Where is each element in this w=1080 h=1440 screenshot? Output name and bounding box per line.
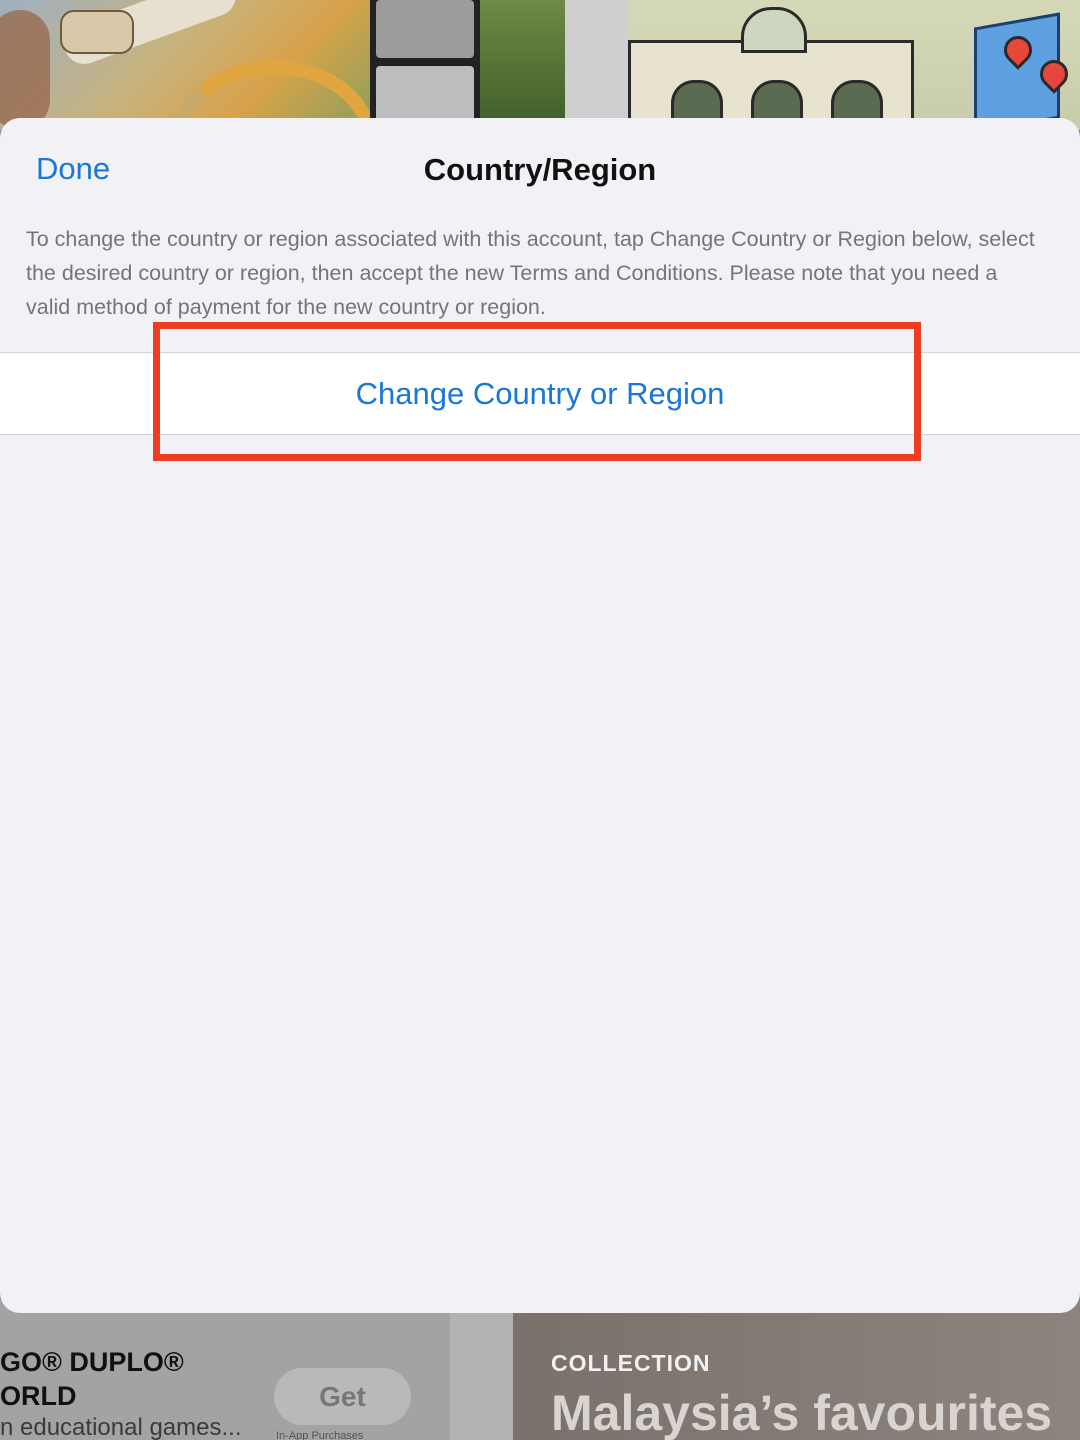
featured-image-map-illustration bbox=[628, 0, 1080, 130]
change-country-button[interactable]: Change Country or Region bbox=[356, 376, 725, 412]
featured-image-photos bbox=[370, 0, 480, 130]
featured-image-grass bbox=[480, 0, 565, 130]
sheet-description: To change the country or region associat… bbox=[26, 227, 1035, 319]
sheet-nav-bar: Done Country/Region bbox=[0, 118, 1080, 228]
get-button[interactable]: Get bbox=[274, 1368, 411, 1425]
app-title: GO® DUPLO® ORLD bbox=[0, 1347, 184, 1411]
country-region-sheet: Done Country/Region To change the countr… bbox=[0, 118, 1080, 1313]
featured-image-divider bbox=[565, 0, 628, 130]
collection-title: Malaysia’s favourites bbox=[551, 1385, 1053, 1440]
in-app-purchases-label: In-App Purchases bbox=[276, 1430, 364, 1440]
change-country-row[interactable]: Change Country or Region bbox=[0, 352, 1080, 435]
featured-image-dancer bbox=[0, 0, 370, 130]
app-subtitle: n educational games... bbox=[0, 1414, 242, 1440]
collection-label: COLLECTION bbox=[551, 1350, 711, 1376]
sheet-title: Country/Region bbox=[423, 152, 657, 187]
